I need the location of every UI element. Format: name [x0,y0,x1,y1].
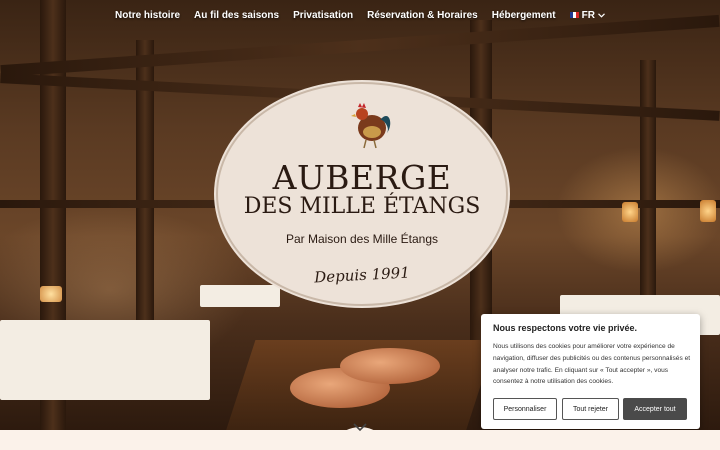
table-left [0,320,210,400]
nav-privatisation[interactable]: Privatisation [293,10,353,21]
lamp-icon [700,200,716,222]
logo-subtitle: Par Maison des Mille Étangs [285,232,439,246]
language-selector[interactable]: FR [569,9,605,21]
main-nav: Notre histoire Au fil des saisons Privat… [0,0,720,30]
nav-au-fil-des-saisons[interactable]: Au fil des saisons [194,10,279,21]
wood-beam [640,60,656,320]
nav-hebergement[interactable]: Hébergement [492,10,556,21]
logo-title-line2: DES MILLE ÉTANGS [243,194,481,219]
nav-notre-histoire[interactable]: Notre histoire [115,10,180,21]
france-flag-icon [569,12,579,18]
logo-title-line1: AUBERGE [272,158,452,197]
cookie-title: Nous respectons votre vie privée. [493,323,638,333]
nav-reservation-horaires[interactable]: Réservation & Horaires [367,10,478,21]
lamp-icon [40,286,62,302]
rooster-icon [351,103,391,149]
scroll-down-button[interactable] [330,412,390,442]
lamp-icon [622,202,638,222]
copper-pan [340,348,440,384]
language-label: FR [581,9,595,21]
chevron-down-icon [598,12,605,18]
auberge-logo: AUBERGE DES MILLE ÉTANGS Par Maison des … [216,82,508,306]
customize-button[interactable]: Personnaliser [493,398,557,420]
cookie-text: Nous utilisons des cookies pour améliore… [493,343,691,386]
cookie-banner: Nous respectons votre vie privée. Nous u… [481,314,700,429]
accept-all-button[interactable]: Accepter tout [623,398,687,420]
reject-all-button[interactable]: Tout rejeter [562,398,619,420]
